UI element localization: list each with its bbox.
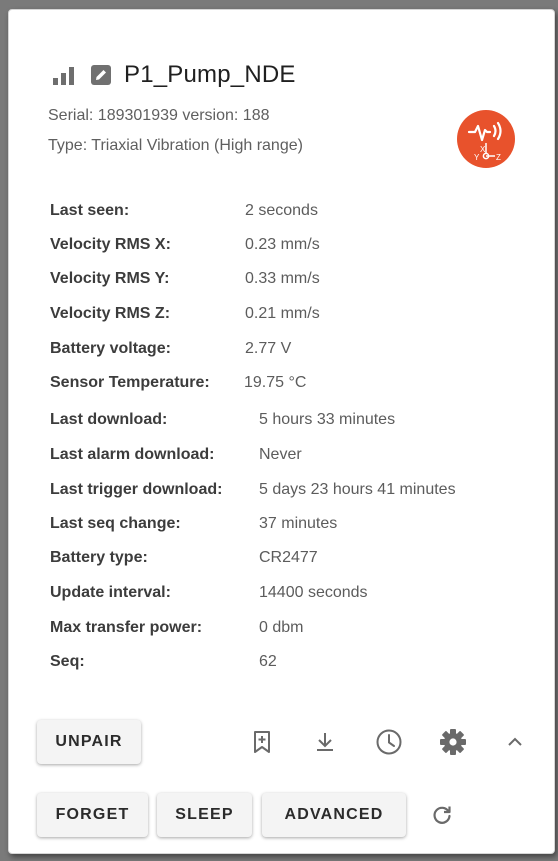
- device-type-text: Type: Triaxial Vibration (High range): [48, 137, 303, 154]
- info-value: 0.23 mm/s: [245, 236, 320, 253]
- info-value: 5 days 23 hours 41 minutes: [259, 481, 456, 498]
- device-name: P1_Pump_NDE: [124, 61, 296, 88]
- chevron-up-icon[interactable]: [498, 725, 532, 759]
- info-label: Last seen:: [50, 202, 130, 219]
- device-header: P1_Pump_NDE: [52, 58, 296, 92]
- badge-axis-y-label: Y: [474, 153, 480, 162]
- info-label: Last trigger download:: [50, 481, 223, 498]
- info-label: Battery type:: [50, 549, 148, 566]
- info-label: Max transfer power:: [50, 619, 203, 636]
- edit-icon[interactable]: [90, 64, 112, 86]
- gear-icon[interactable]: [436, 725, 470, 759]
- refresh-icon[interactable]: [425, 798, 459, 832]
- info-value: 37 minutes: [259, 515, 338, 532]
- info-label: Velocity RMS Y:: [50, 270, 170, 287]
- unpair-button[interactable]: UNPAIR: [37, 720, 141, 764]
- bookmark-add-icon[interactable]: [245, 725, 279, 759]
- info-value: 2 seconds: [245, 202, 318, 219]
- forget-button[interactable]: FORGET: [37, 793, 148, 837]
- info-value: 0.21 mm/s: [245, 305, 320, 322]
- info-label: Seq:: [50, 653, 85, 670]
- info-value: 14400 seconds: [259, 584, 368, 601]
- info-label: Velocity RMS X:: [50, 236, 171, 253]
- badge-axis-x-label: X: [480, 145, 486, 154]
- clock-icon[interactable]: [372, 725, 406, 759]
- info-label: Sensor Temperature:: [50, 374, 210, 391]
- signal-strength-icon: [52, 64, 76, 86]
- info-label: Velocity RMS Z:: [50, 305, 171, 322]
- info-label: Update interval:: [50, 584, 171, 601]
- info-label: Last seq change:: [50, 515, 181, 532]
- info-value: 2.77 V: [245, 340, 292, 357]
- download-icon[interactable]: [308, 725, 342, 759]
- info-label: Last alarm download:: [50, 446, 215, 463]
- info-value: 0.33 mm/s: [245, 270, 320, 287]
- serial-version-text: Serial: 189301939 version: 188: [48, 107, 270, 124]
- triaxial-vibration-sensor-icon: X Y Z: [457, 110, 515, 168]
- info-label: Last download:: [50, 411, 168, 428]
- info-value: 19.75 °C: [244, 374, 307, 391]
- advanced-button[interactable]: ADVANCED: [262, 793, 406, 837]
- info-value: CR2477: [259, 549, 318, 566]
- badge-axis-z-label: Z: [496, 153, 501, 162]
- info-value: 62: [259, 653, 277, 670]
- info-label: Battery voltage:: [50, 340, 171, 357]
- info-value: 0 dbm: [259, 619, 304, 636]
- info-value: 5 hours 33 minutes: [259, 411, 396, 428]
- info-value: Never: [259, 446, 302, 463]
- sleep-button[interactable]: SLEEP: [157, 793, 252, 837]
